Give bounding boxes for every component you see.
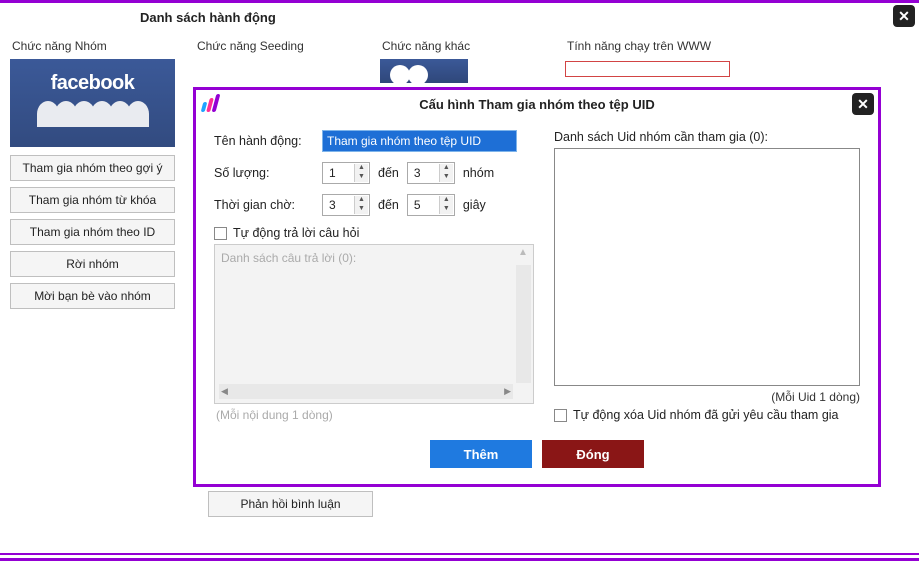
col-other-title: Chức năng khác: [380, 37, 555, 59]
col-group: Chức năng Nhóm facebook Tham gia nhóm th…: [10, 37, 185, 315]
modal-footer: Thêm Đóng: [196, 434, 878, 478]
col-seeding-title: Chức năng Seeding: [195, 37, 370, 59]
people-silhouettes-icon: [39, 101, 147, 127]
label-unit-second: giây: [463, 198, 486, 212]
add-button[interactable]: Thêm: [430, 440, 532, 468]
modal-body: Tên hành động: Số lượng: 1▲▼ đến 3▲▼ nhó…: [196, 118, 878, 434]
label-unit-group: nhóm: [463, 166, 494, 180]
uid-hint: (Mỗi Uid 1 dòng): [554, 386, 860, 408]
www-url-stub: [565, 61, 730, 77]
col-www-title: Tính năng chạy trên WWW: [565, 37, 740, 59]
label-wait-time: Thời gian chờ:: [214, 198, 314, 212]
modal-titlebar: Cấu hình Tham gia nhóm theo tệp UID ✕: [196, 90, 878, 118]
answers-textarea[interactable]: Danh sách câu trả lời (0): ◀▶: [214, 244, 534, 404]
spin-down-icon[interactable]: ▼: [439, 173, 453, 182]
facebook-card: facebook: [10, 59, 175, 147]
spin-down-icon[interactable]: ▼: [354, 173, 368, 182]
scrollbar-vertical[interactable]: [516, 265, 531, 383]
close-button[interactable]: Đóng: [542, 440, 644, 468]
facebook-logo-text: facebook: [51, 72, 135, 95]
spin-up-icon[interactable]: ▲: [439, 196, 453, 205]
label-auto-delete: Tự động xóa Uid nhóm đã gửi yêu cầu tham…: [573, 408, 839, 422]
checkbox-auto-answer[interactable]: [214, 227, 227, 240]
titlebar: Danh sách hành động ✕: [0, 3, 919, 31]
btn-join-suggestion[interactable]: Tham gia nhóm theo gợi ý: [10, 155, 175, 181]
input-action-name[interactable]: [322, 130, 517, 152]
window-title: Danh sách hành động: [140, 10, 276, 25]
config-modal: Cấu hình Tham gia nhóm theo tệp UID ✕ Tê…: [193, 87, 881, 487]
label-quantity: Số lượng:: [214, 166, 314, 180]
modal-title-text: Cấu hình Tham gia nhóm theo tệp UID: [419, 97, 654, 112]
spin-time-from[interactable]: 3▲▼: [322, 194, 370, 216]
spin-up-icon[interactable]: ▲: [439, 164, 453, 173]
modal-left-pane: Tên hành động: Số lượng: 1▲▼ đến 3▲▼ nhó…: [214, 130, 534, 426]
other-card-image: [380, 59, 468, 83]
bottom-stripe: [0, 553, 919, 561]
scrollbar-horizontal[interactable]: ◀▶: [219, 384, 513, 399]
modal-close-button[interactable]: ✕: [852, 93, 874, 115]
answers-placeholder: Danh sách câu trả lời (0):: [221, 251, 356, 265]
spin-up-icon[interactable]: ▲: [354, 164, 368, 173]
spin-down-icon[interactable]: ▼: [439, 205, 453, 214]
modal-logo-icon: [202, 94, 226, 112]
spin-up-icon[interactable]: ▲: [354, 196, 368, 205]
btn-leave-group[interactable]: Rời nhóm: [10, 251, 175, 277]
spin-time-to[interactable]: 5▲▼: [407, 194, 455, 216]
modal-right-pane: Danh sách Uid nhóm cần tham gia (0): (Mỗ…: [554, 130, 860, 426]
label-to-2: đến: [378, 198, 399, 212]
main-window: Danh sách hành động ✕ Chức năng Nhóm fac…: [0, 0, 919, 561]
spin-qty-to[interactable]: 3▲▼: [407, 162, 455, 184]
btn-join-id[interactable]: Tham gia nhóm theo ID: [10, 219, 175, 245]
label-auto-answer: Tự động trả lời câu hỏi: [233, 226, 359, 240]
uid-list-textarea[interactable]: [554, 148, 860, 386]
checkbox-auto-delete[interactable]: [554, 409, 567, 422]
btn-join-keyword[interactable]: Tham gia nhóm từ khóa: [10, 187, 175, 213]
spin-qty-from[interactable]: 1▲▼: [322, 162, 370, 184]
answers-hint: (Mỗi nội dung 1 dòng): [214, 404, 534, 426]
spin-down-icon[interactable]: ▼: [354, 205, 368, 214]
btn-invite-friends[interactable]: Mời bạn bè vào nhóm: [10, 283, 175, 309]
col-group-title: Chức năng Nhóm: [10, 37, 185, 59]
label-uid-list: Danh sách Uid nhóm cần tham gia (0):: [554, 130, 860, 144]
label-action-name: Tên hành động:: [214, 134, 314, 148]
window-close-button[interactable]: ✕: [893, 5, 915, 27]
label-to-1: đến: [378, 166, 399, 180]
btn-reply-comment[interactable]: Phản hồi bình luận: [208, 491, 373, 517]
